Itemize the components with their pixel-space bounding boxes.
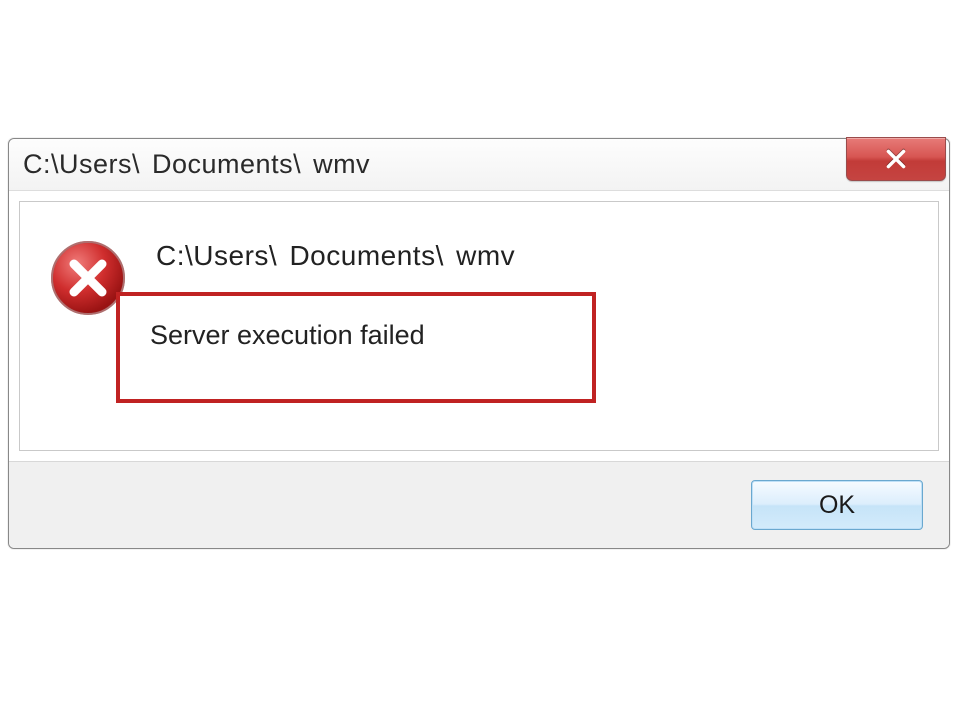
error-highlight-box: Server execution failed — [116, 292, 596, 403]
titlebar-text: C:\Users\ Documents\ wmv — [23, 149, 370, 180]
error-dialog: C:\Users\ Documents\ wmv — [8, 138, 950, 549]
error-message: Server execution failed — [150, 320, 562, 351]
dialog-text-stack: C:\Users\ Documents\ wmv Server executio… — [156, 234, 910, 403]
close-button[interactable] — [846, 137, 946, 181]
titlebar: C:\Users\ Documents\ wmv — [9, 139, 949, 191]
ok-button[interactable]: OK — [751, 480, 923, 530]
dialog-content-row: C:\Users\ Documents\ wmv Server executio… — [48, 234, 910, 403]
dialog-path-line: C:\Users\ Documents\ wmv — [156, 240, 910, 272]
ok-button-label: OK — [819, 491, 855, 520]
dialog-footer: OK — [9, 461, 949, 548]
dialog-body: C:\Users\ Documents\ wmv Server executio… — [19, 201, 939, 451]
close-icon — [883, 146, 909, 172]
